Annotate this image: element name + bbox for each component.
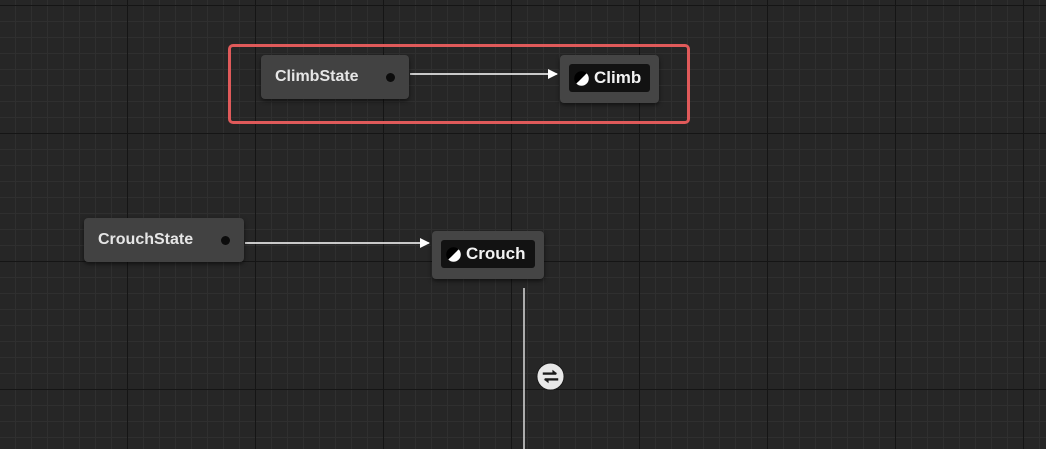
state-node-title: Crouch <box>441 240 535 268</box>
entry-node-label: CrouchState <box>98 231 194 248</box>
transition-swap-icon[interactable] <box>536 362 565 391</box>
state-machine-graph-canvas[interactable]: ClimbState Climb CrouchState Crouch <box>0 0 1046 449</box>
output-pin[interactable] <box>386 73 395 82</box>
state-node-crouch[interactable]: Crouch <box>432 231 544 279</box>
state-icon <box>574 70 589 86</box>
state-node-title: Climb <box>569 64 651 92</box>
entry-node-label: ClimbState <box>275 68 359 85</box>
entry-node-crouchstate[interactable]: CrouchState <box>84 218 244 262</box>
state-node-label: Crouch <box>466 244 526 263</box>
state-node-label: Climb <box>594 68 642 87</box>
state-node-climb[interactable]: Climb <box>560 55 659 103</box>
state-icon <box>446 246 461 262</box>
output-pin[interactable] <box>221 236 230 245</box>
entry-node-climbstate[interactable]: ClimbState <box>261 55 409 99</box>
